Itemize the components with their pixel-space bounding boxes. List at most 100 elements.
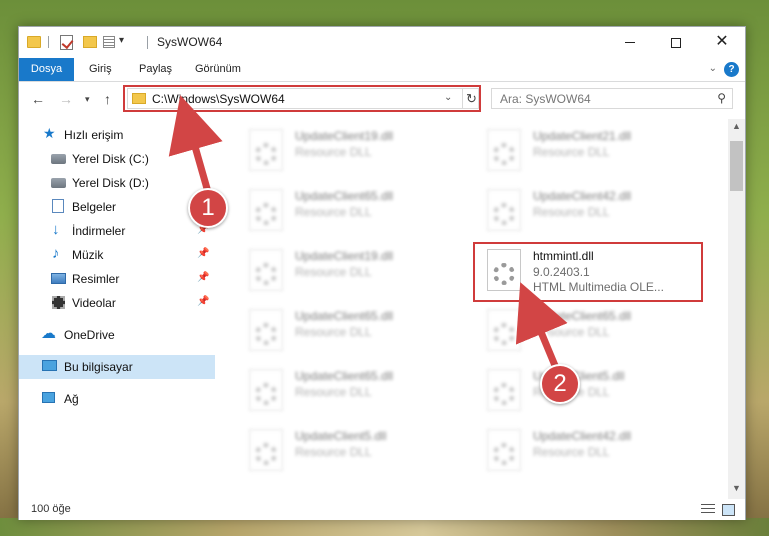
dll-file-icon [249,189,283,231]
item-count: 100 öğe [31,503,71,515]
file-item[interactable]: UpdateClient65.dll Resource DLL [249,367,479,415]
drive-icon [51,178,66,188]
file-name: UpdateClient21.dll [533,129,632,143]
scroll-down-icon[interactable]: ▼ [728,483,745,497]
close-icon: ✕ [715,33,729,50]
toolbar-separator [48,36,49,48]
dll-file-icon [487,309,521,351]
file-item[interactable]: UpdateClient21.dll Resource DLL [487,127,717,175]
sidebar-item-documents[interactable]: Belgeler 📌 [19,195,215,219]
tab-gorunum[interactable]: Görünüm [185,58,251,81]
file-type: Resource DLL [533,145,610,159]
file-name: UpdateClient65.dll [295,189,394,203]
file-item[interactable]: UpdateClient65.dll Resource DLL [249,307,479,355]
sidebar-item-local-disk-c[interactable]: Yerel Disk (C:) [19,147,215,171]
vertical-scrollbar[interactable]: ▲ ▼ [728,119,745,499]
computer-icon [42,360,57,371]
forward-arrow-icon[interactable]: → [59,91,73,107]
file-type: Resource DLL [295,385,372,399]
file-name: UpdateClient65.dll [295,369,394,383]
network-icon [42,392,55,403]
sidebar-item-downloads[interactable]: ↓ İndirmeler 📌 [19,219,215,243]
cloud-icon: ☁ [41,325,56,342]
file-name: UpdateClient19.dll [295,249,394,263]
file-item[interactable]: UpdateClient5.dll Resource DLL [487,367,717,415]
videos-icon [52,296,65,309]
file-item[interactable]: UpdateClient19.dll Resource DLL [249,247,479,295]
sidebar-item-network[interactable]: Ağ [19,387,215,411]
file-list: UpdateClient19.dll Resource DLL UpdateCl… [229,119,726,499]
file-item[interactable]: UpdateClient42.dll Resource DLL [487,187,717,235]
new-folder-icon[interactable] [83,36,97,48]
address-highlight-box [123,85,481,112]
status-bar: 100 öğe [19,501,745,520]
customize-toolbar-dropdown-icon[interactable]: ▾ [119,35,124,51]
sidebar-item-music[interactable]: ♪ Müzik 📌 [19,243,215,267]
help-icon[interactable]: ? [724,62,739,77]
file-type: Resource DLL [295,205,372,219]
title-separator [147,36,148,49]
sidebar-item-label: Bu bilgisayar [64,360,133,374]
file-type: Resource DLL [295,145,372,159]
up-arrow-icon[interactable]: ↑ [104,91,111,107]
navigation-bar: ← → ▾ ↑ C:\Windows\SysWOW64 ⌄ ↻ Ara: Sys… [19,83,745,115]
scroll-thumb[interactable] [730,141,743,191]
recent-locations-chevron-icon[interactable]: ▾ [85,94,90,105]
search-icon[interactable]: ⚲ [717,91,726,105]
navigation-pane: ★ Hızlı erişim Yerel Disk (C:) Yerel Dis… [19,119,215,499]
back-arrow-icon[interactable]: ← [31,91,45,107]
file-name: UpdateClient65.dll [295,309,394,323]
step-1-badge: 1 [188,188,228,228]
folder-icon[interactable] [27,36,41,48]
file-item[interactable]: UpdateClient19.dll Resource DLL [249,127,479,175]
sidebar-item-quick-access[interactable]: ★ Hızlı erişim [19,123,215,147]
scroll-up-icon[interactable]: ▲ [728,121,745,135]
sidebar-item-label: Hızlı erişim [64,128,124,142]
dll-file-icon [487,429,521,471]
file-type: Resource DLL [295,265,372,279]
minimize-button[interactable] [607,27,653,57]
step-2-badge: 2 [540,364,580,404]
tab-dosya[interactable]: Dosya [19,58,74,81]
sidebar-item-label: Resimler [72,272,120,286]
sidebar-item-this-pc[interactable]: Bu bilgisayar [19,355,215,379]
pin-icon[interactable]: 📌 [197,272,209,283]
sidebar-item-pictures[interactable]: Resimler 📌 [19,267,215,291]
dll-file-icon [487,189,521,231]
window-title: SysWOW64 [157,35,223,49]
search-input[interactable]: Ara: SysWOW64 ⚲ [491,88,733,109]
desktop-background [0,518,769,536]
tab-paylas[interactable]: Paylaş [129,58,182,81]
pin-icon[interactable]: 📌 [197,248,209,259]
close-button[interactable]: ✕ [699,27,745,57]
file-item[interactable]: UpdateClient5.dll Resource DLL [249,427,479,475]
download-icon: ↓ [52,221,60,238]
documents-icon [52,199,64,213]
maximize-icon [671,37,681,48]
sidebar-item-label: OneDrive [64,328,115,342]
maximize-button[interactable] [653,27,699,57]
star-icon: ★ [43,125,56,141]
details-view-icon[interactable] [701,504,715,516]
ribbon-expand-icon[interactable]: ⌄ [709,63,717,74]
properties-check-icon[interactable] [60,35,73,50]
sidebar-item-onedrive[interactable]: ☁ OneDrive [19,323,215,347]
sidebar-item-local-disk-d[interactable]: Yerel Disk (D:) [19,171,215,195]
music-icon: ♪ [52,245,60,262]
file-item[interactable]: UpdateClient65.dll Resource DLL [249,187,479,235]
sidebar-item-label: Yerel Disk (C:) [72,152,149,166]
search-placeholder: Ara: SysWOW64 [500,92,591,106]
file-item[interactable]: UpdateClient42.dll Resource DLL [487,427,717,475]
ribbon-tabs: Dosya Giriş Paylaş Görünüm ⌄ ? [19,58,745,82]
pin-icon[interactable]: 📌 [197,296,209,307]
sidebar-item-videos[interactable]: Videolar 📌 [19,291,215,315]
properties-icon[interactable] [103,36,115,48]
large-icons-view-icon[interactable] [722,504,735,516]
file-highlight-box [473,242,703,302]
file-item[interactable]: UpdateClient65.dll Resource DLL [487,307,717,355]
dll-file-icon [487,129,521,171]
sidebar-item-label: Yerel Disk (D:) [72,176,149,190]
file-name: UpdateClient42.dll [533,189,632,203]
pictures-icon [51,273,66,284]
tab-giris[interactable]: Giriş [79,58,122,81]
